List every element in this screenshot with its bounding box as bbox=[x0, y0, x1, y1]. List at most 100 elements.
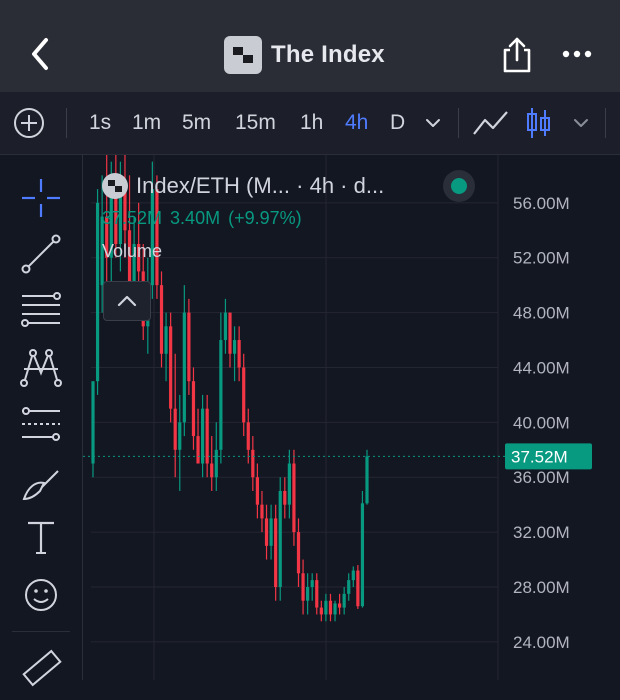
candle-down bbox=[274, 518, 278, 587]
emoji-icon bbox=[25, 579, 57, 611]
line-chart-button[interactable] bbox=[472, 92, 510, 154]
candle-down bbox=[338, 603, 342, 608]
price-axis-label: 32.00M bbox=[513, 523, 570, 542]
crosshair-icon bbox=[22, 179, 60, 217]
volume-indicator-label[interactable]: Volume bbox=[102, 241, 384, 262]
pattern-icon bbox=[20, 349, 62, 387]
price-axis-label: 24.00M bbox=[513, 633, 570, 652]
more-dots-icon bbox=[562, 50, 592, 58]
price-axis: 56.00M 52.00M 48.00M 44.00M 40.00M 36.00M 32.0… bbox=[513, 194, 570, 652]
candle-down bbox=[169, 326, 173, 409]
legend-change-pct: (+9.97%) bbox=[228, 208, 302, 228]
legend-price: 37.52M bbox=[102, 208, 163, 228]
candle-down bbox=[187, 312, 191, 382]
price-axis-label: 36.00M bbox=[513, 468, 570, 487]
candle-up bbox=[178, 422, 182, 450]
interval-d[interactable]: D bbox=[390, 92, 405, 154]
interval-1m[interactable]: 1m bbox=[132, 92, 161, 154]
candle-down bbox=[319, 607, 323, 615]
candle-up bbox=[269, 518, 273, 546]
chart-legend: Index/ETH (M... · 4h · d... 37.52M 3.40M (… bbox=[102, 170, 384, 262]
candle-up bbox=[223, 312, 228, 341]
candle-up bbox=[232, 340, 237, 354]
index-logo-icon bbox=[102, 173, 128, 199]
app-header: The Index bbox=[0, 0, 620, 92]
symbol-title[interactable]: Index/ETH (M... · 4h · d... bbox=[136, 173, 384, 199]
candle-down bbox=[246, 422, 250, 450]
candle-down bbox=[228, 312, 232, 354]
crosshair-tool[interactable] bbox=[14, 173, 68, 223]
interval-1h[interactable]: 1h bbox=[300, 92, 323, 154]
share-button[interactable] bbox=[500, 36, 534, 74]
price-axis-label: 52.00M bbox=[513, 249, 570, 268]
add-indicator-button[interactable] bbox=[12, 92, 46, 154]
ruler-tool[interactable] bbox=[14, 645, 68, 695]
market-status-indicator[interactable] bbox=[443, 170, 475, 202]
last-price-tag: 37.52M bbox=[505, 443, 592, 470]
sidebar-divider bbox=[12, 631, 70, 632]
brush-icon bbox=[22, 470, 59, 501]
back-button[interactable] bbox=[22, 34, 62, 74]
legend-change: 3.40M bbox=[170, 208, 221, 228]
candle-down bbox=[315, 580, 319, 608]
emoji-tool[interactable] bbox=[14, 570, 68, 620]
chart-type-dropdown-button[interactable] bbox=[572, 92, 590, 154]
brush-tool[interactable] bbox=[14, 459, 68, 509]
chevron-down-icon bbox=[426, 119, 440, 127]
interval-15m[interactable]: 15m bbox=[235, 92, 276, 154]
candle-up bbox=[333, 603, 337, 615]
candle-down bbox=[159, 285, 164, 354]
candle-up bbox=[324, 600, 328, 615]
candle-up bbox=[365, 456, 369, 504]
candle-up bbox=[164, 326, 168, 354]
ruler-icon bbox=[22, 649, 62, 687]
candle-up bbox=[342, 593, 346, 608]
candle-down bbox=[255, 477, 259, 505]
candle-down bbox=[260, 504, 264, 519]
share-icon bbox=[503, 37, 531, 73]
line-chart-icon bbox=[473, 111, 508, 135]
candlestick-button[interactable] bbox=[524, 92, 554, 154]
interval-1s[interactable]: 1s bbox=[89, 92, 111, 154]
last-price-label: 37.52M bbox=[511, 447, 568, 466]
pattern-tool[interactable] bbox=[14, 343, 68, 393]
candle-down bbox=[283, 490, 287, 505]
candle-down bbox=[205, 408, 209, 464]
interval-4h[interactable]: 4h bbox=[345, 92, 368, 154]
candle-up bbox=[360, 503, 365, 607]
more-button[interactable] bbox=[560, 44, 594, 64]
prediction-icon bbox=[22, 407, 60, 441]
candle-down bbox=[301, 573, 305, 601]
prediction-tool[interactable] bbox=[14, 399, 68, 449]
trend-line-tool[interactable] bbox=[14, 229, 68, 279]
price-axis-label: 40.00M bbox=[513, 413, 570, 432]
candle-up bbox=[219, 340, 223, 450]
collapse-legend-button[interactable] bbox=[103, 281, 151, 321]
candle-up bbox=[201, 408, 205, 464]
fib-levels-tool[interactable] bbox=[14, 285, 68, 335]
text-tool[interactable] bbox=[14, 513, 68, 563]
candle-up bbox=[351, 570, 355, 581]
add-indicator-icon bbox=[14, 108, 44, 138]
candle-down bbox=[251, 449, 255, 478]
fib-levels-icon bbox=[21, 292, 61, 327]
candle-up bbox=[91, 381, 95, 464]
candlestick-icon bbox=[527, 108, 550, 138]
legend-title-row: Index/ETH (M... · 4h · d... bbox=[102, 170, 384, 202]
candle-down bbox=[292, 463, 296, 533]
price-axis-label: 48.00M bbox=[513, 304, 570, 323]
candle-down bbox=[210, 463, 214, 478]
candle-up bbox=[182, 312, 186, 423]
candle-down bbox=[328, 600, 333, 615]
price-axis-label: 28.00M bbox=[513, 578, 570, 597]
candle-down bbox=[264, 518, 269, 546]
legend-values: 37.52M 3.40M (+9.97%) bbox=[102, 208, 384, 229]
candle-down bbox=[242, 367, 246, 423]
interval-5m[interactable]: 5m bbox=[182, 92, 211, 154]
candle-up bbox=[306, 587, 310, 601]
interval-dropdown-button[interactable] bbox=[424, 92, 442, 154]
toolbar-divider bbox=[66, 108, 67, 138]
trend-line-icon bbox=[21, 234, 61, 274]
candle-up bbox=[214, 449, 218, 478]
index-logo-icon bbox=[224, 36, 262, 74]
